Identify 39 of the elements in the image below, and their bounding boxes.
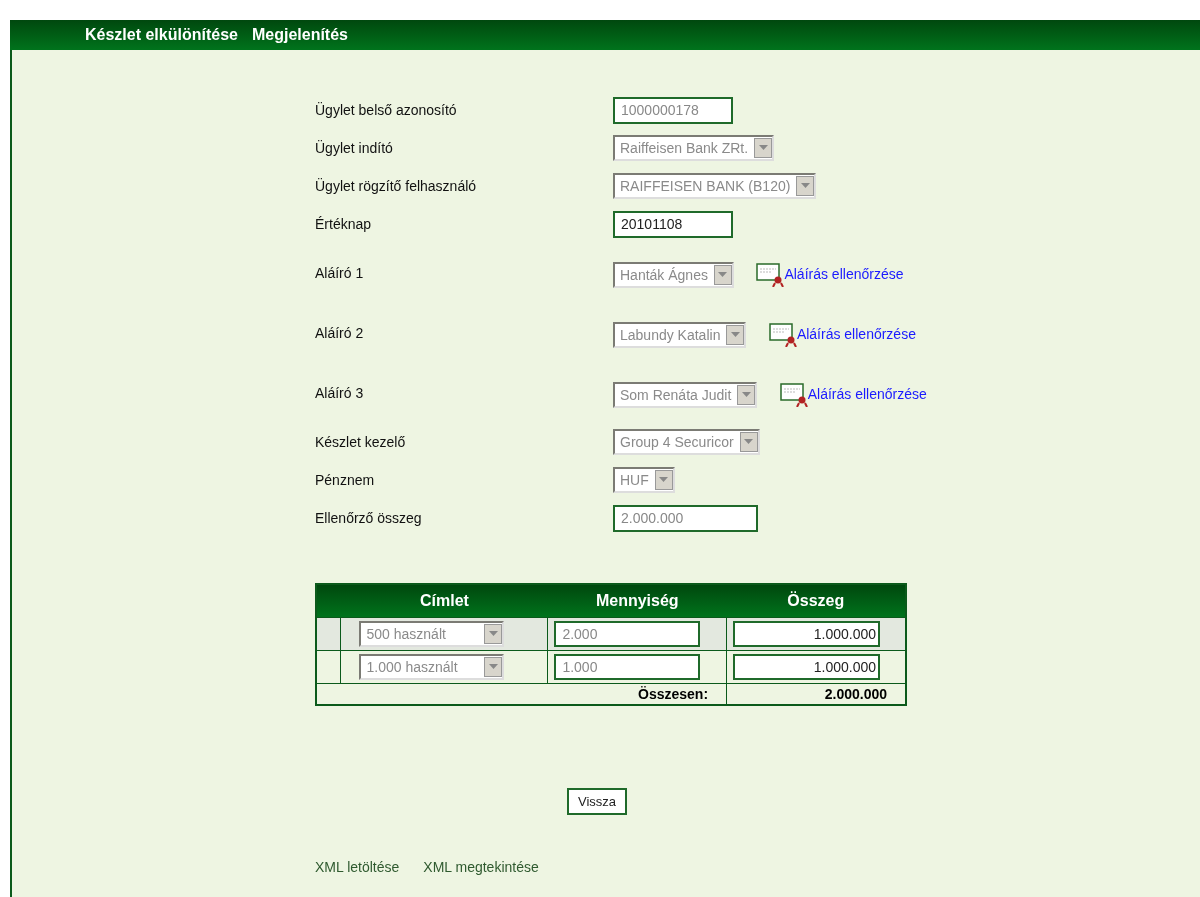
caret-icon (758, 145, 768, 151)
field-label: Pénznem (315, 472, 376, 488)
caret-icon (800, 183, 810, 189)
dropdown[interactable]: 500 használt (359, 621, 505, 647)
total-label: Összesen: (638, 686, 709, 702)
certificate-icon[interactable] (768, 323, 797, 347)
certificate-icon[interactable] (779, 383, 808, 407)
text-field[interactable]: 20101108 (613, 210, 733, 238)
field-label: Aláíró 1 (315, 265, 365, 281)
caret-icon (741, 392, 751, 398)
quantity-field[interactable]: 2.000 (554, 621, 701, 647)
page-subtitle: Megjelenítés (251, 26, 348, 44)
field-label: Ellenőrző összeg (315, 510, 423, 526)
field-label: Aláíró 3 (315, 385, 365, 401)
field-label: Értéknap (315, 216, 373, 232)
caret-icon (718, 272, 728, 278)
field-label: Készlet kezelő (315, 434, 407, 450)
dropdown[interactable]: 1.000 használt (359, 654, 505, 680)
quantity-field[interactable]: 1.000 (554, 654, 701, 680)
xml-link[interactable]: XML letöltése (315, 859, 400, 875)
field-label: Ügylet indító (315, 140, 394, 156)
field-label: Ügylet rögzítő felhasználó (315, 178, 478, 194)
xml-link[interactable]: XML megtekintése (423, 859, 539, 875)
amount-field[interactable]: 1.000.000 (733, 621, 881, 647)
field-label: Aláíró 2 (315, 325, 365, 341)
caret-icon (730, 332, 740, 338)
column-header: Címlet (341, 584, 548, 618)
caret-icon (744, 439, 754, 445)
page-title: Készlet elkülönítése (85, 26, 238, 44)
caret-icon (489, 664, 498, 670)
certificate-icon[interactable] (756, 263, 785, 287)
caret-icon (489, 631, 498, 637)
field-label: Ügylet belső azonosító (315, 102, 458, 118)
caret-icon (659, 477, 669, 483)
column-header: Összeg (726, 584, 906, 618)
column-header: Mennyiség (547, 584, 727, 618)
back-button[interactable]: Vissza (566, 788, 628, 815)
total-value: 2.000.000 (824, 686, 887, 702)
amount-field[interactable]: 1.000.000 (733, 654, 881, 680)
